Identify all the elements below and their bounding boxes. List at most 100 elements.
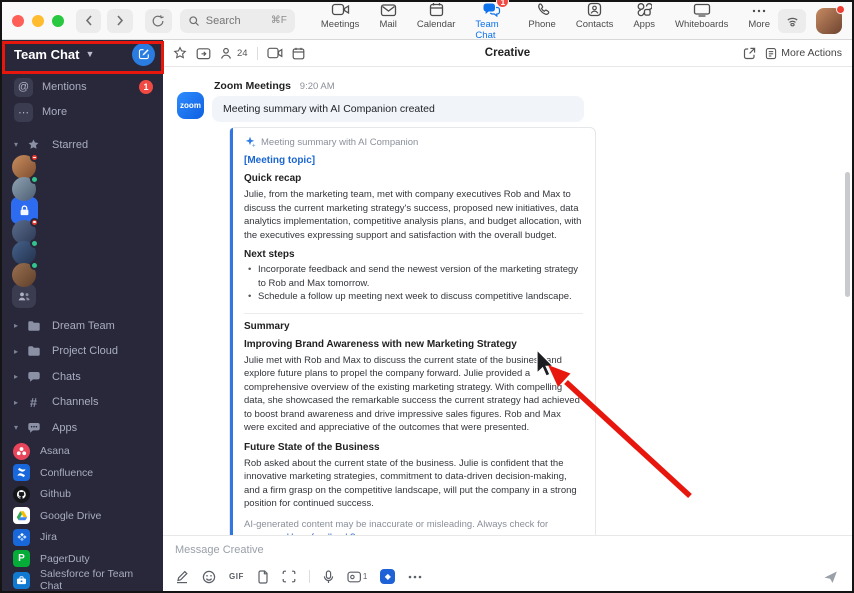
tab-calendar[interactable]: Calendar (417, 0, 455, 41)
zoom-window-button[interactable] (52, 14, 64, 27)
close-window-button[interactable] (12, 14, 24, 27)
next-step-item: Schedule a follow up meeting next week t… (248, 290, 583, 304)
profile-avatar[interactable] (816, 4, 845, 34)
more-tools-button[interactable] (408, 575, 422, 579)
sidebar-section-starred[interactable]: ▾ Starred (2, 135, 163, 155)
message-list[interactable]: zoom Zoom Meetings 9:20 AM Meeting summa… (163, 67, 852, 535)
schedule-button[interactable] (292, 47, 305, 60)
starred-list (2, 153, 163, 310)
emoji-button[interactable] (202, 570, 216, 584)
star-icon (25, 138, 42, 151)
tab-more[interactable]: More (748, 0, 770, 41)
channel-view: 24 Creative More Actions zoom Zoom Meeti… (163, 40, 852, 591)
sidebar-app-confluence[interactable]: Confluence (2, 462, 163, 484)
more-dots-icon: ⋯ (14, 102, 33, 122)
sidebar-section-apps[interactable]: ▾ Apps (2, 415, 163, 441)
open-in-new-icon[interactable] (743, 47, 756, 60)
clipboard-icon (766, 47, 777, 59)
more-actions-button[interactable]: More Actions (765, 47, 842, 60)
audio-message-button[interactable] (323, 569, 334, 584)
confluence-icon (13, 464, 30, 482)
divider (256, 46, 258, 60)
forward-button[interactable] (107, 8, 133, 33)
team-chat-sidebar: Team Chat ▼ @ Mentions 1 ⋯ More ▾ Starre… (2, 40, 163, 593)
sidebar-app-asana[interactable]: Asana (2, 441, 163, 463)
sidebar-app-salesforce[interactable]: Salesforce for Team Chat (2, 568, 163, 593)
tab-mail[interactable]: Mail (379, 0, 397, 41)
dnd-status-dot (30, 217, 39, 227)
apps-icon (636, 0, 653, 17)
sidebar-section-project-cloud[interactable]: ▸ Project Cloud (2, 339, 163, 365)
tab-apps[interactable]: Apps (633, 0, 655, 41)
send-button[interactable] (823, 570, 838, 584)
sidebar-item-mentions[interactable]: @ Mentions 1 (2, 75, 163, 100)
github-icon (13, 485, 30, 503)
sidebar-item-more[interactable]: ⋯ More (2, 100, 163, 125)
app-label: Asana (40, 445, 70, 458)
sidebar-app-github[interactable]: Github (2, 484, 163, 506)
history-icon (152, 14, 164, 26)
tab-label: Contacts (575, 19, 614, 30)
folder-share-button[interactable] (196, 47, 211, 60)
card-accent-bar (230, 128, 233, 535)
meetings-icon (331, 0, 350, 17)
message-input[interactable]: Message Creative (175, 544, 840, 556)
dnd-status-dot (30, 153, 39, 163)
google-drive-icon (13, 507, 30, 525)
tab-label: More (748, 19, 770, 30)
members-button[interactable]: 24 (220, 47, 248, 60)
mail-icon (380, 0, 397, 17)
divider (244, 312, 583, 314)
channel-header: 24 Creative More Actions (163, 40, 852, 67)
devices-button[interactable] (778, 8, 806, 33)
next-steps-list: Incorporate feedback and send the newest… (248, 263, 583, 304)
starred-contact[interactable] (12, 174, 163, 201)
back-button[interactable] (76, 8, 102, 33)
tab-whiteboards[interactable]: Whiteboards (675, 0, 728, 41)
gif-button[interactable]: GIF (229, 572, 244, 581)
starred-contact[interactable] (12, 260, 163, 287)
app-label: Confluence (40, 466, 94, 479)
phone-icon (535, 0, 550, 17)
sidebar-section-channels[interactable]: ▸ # Channels (2, 390, 163, 416)
divider (308, 570, 310, 583)
summary-section-text: Rob asked about the current state of the… (244, 457, 577, 510)
group-icon (12, 284, 36, 309)
tab-meetings[interactable]: Meetings (321, 0, 359, 41)
star-channel-button[interactable] (173, 46, 187, 60)
composer-toolbar: GIF 1 ◆ (175, 569, 840, 587)
format-text-button[interactable] (175, 570, 189, 584)
tab-team-chat[interactable]: Team Chat 1 (475, 0, 510, 41)
avatar (12, 260, 39, 287)
sidebar-section-dream-team[interactable]: ▸ Dream Team (2, 313, 163, 339)
history-button[interactable] (144, 8, 172, 33)
sidebar-section-chats[interactable]: ▸ Chats (2, 364, 163, 390)
ai-summary-card: Meeting summary with AI Companion [Meeti… (229, 127, 596, 535)
minimize-window-button[interactable] (32, 14, 44, 27)
screenshot-button[interactable] (282, 570, 296, 583)
zoom-meetings-avatar: zoom (177, 92, 204, 119)
sidebar-app-google-drive[interactable]: Google Drive (2, 505, 163, 527)
tab-contacts[interactable]: Contacts (575, 0, 614, 41)
apps-shortcut-button[interactable]: ◆ (380, 569, 396, 584)
app-label: Salesforce for Team Chat (40, 568, 134, 593)
starred-group[interactable] (12, 284, 163, 309)
section-label: Channels (52, 396, 99, 409)
video-clip-button[interactable]: 1 (347, 571, 367, 583)
sidebar-app-jira[interactable]: Jira (2, 527, 163, 549)
chevron-right-icon: ▸ (14, 346, 19, 356)
starred-label: Starred (52, 138, 89, 151)
tab-phone[interactable]: Phone (528, 0, 556, 41)
compose-button[interactable] (132, 42, 155, 66)
summary-section-title: Future State of the Business (244, 441, 380, 453)
feedback-link[interactable]: Have feedback? (287, 532, 356, 536)
scrollbar[interactable] (845, 172, 850, 297)
app-label: Github (40, 488, 71, 501)
start-video-button[interactable] (266, 47, 283, 59)
video-clip-badge: 1 (362, 572, 368, 581)
sidebar-app-pagerduty[interactable]: P PagerDuty (2, 548, 163, 570)
chevron-down-icon[interactable]: ▼ (86, 49, 95, 59)
message: zoom Zoom Meetings 9:20 AM Meeting summa… (177, 80, 852, 122)
search-input[interactable]: Search ⌘F (179, 8, 295, 33)
attach-file-button[interactable] (257, 569, 269, 584)
